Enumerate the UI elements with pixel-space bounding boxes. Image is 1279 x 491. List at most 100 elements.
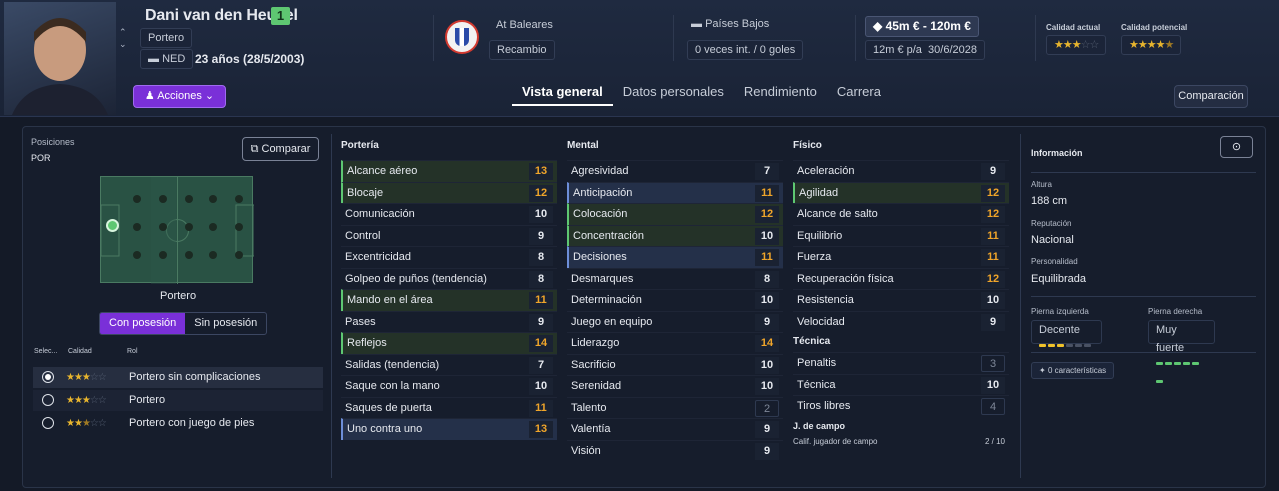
tab-bar: Vista general Datos personales Rendimien…	[512, 84, 891, 106]
attribute-row[interactable]: Fuerza 11	[793, 246, 1009, 268]
attribute-row[interactable]: Alcance de salto 12	[793, 203, 1009, 225]
divider	[1035, 15, 1036, 61]
attribute-row[interactable]: Golpeo de puños (tendencia) 8	[341, 267, 557, 290]
attribute-row[interactable]: Agresividad 7	[567, 160, 783, 182]
right-foot-label: Pierna derecha	[1148, 307, 1203, 316]
nation-label: Países Bajos	[705, 18, 770, 30]
wage-contract: 12m € p/a 30/6/2028	[865, 40, 985, 60]
role-radio[interactable]	[42, 394, 54, 406]
attribute-row[interactable]: Aceleración 9	[793, 160, 1009, 182]
attribute-row[interactable]: Concentración 10	[567, 224, 783, 246]
attribute-value: 9	[981, 163, 1005, 180]
foot-bar-segment	[1066, 344, 1073, 347]
role-radio[interactable]	[42, 371, 54, 383]
attribute-row[interactable]: Equilibrio 11	[793, 224, 1009, 247]
attribute-row[interactable]: Alcance aéreo 13	[341, 160, 557, 182]
attribute-name: Equilibrio	[797, 229, 843, 242]
attribute-value: 9	[755, 421, 779, 438]
attribute-row[interactable]: Colocación 12	[567, 203, 783, 225]
attribute-row[interactable]: Liderazgo 14	[567, 332, 783, 354]
club-name[interactable]: At Baleares	[489, 16, 560, 36]
nation-name[interactable]: ▬ Países Bajos	[684, 15, 776, 35]
role-row[interactable]: ★★★☆☆ Portero con juego de pies	[33, 413, 323, 434]
attribute-row[interactable]: Resistencia 10	[793, 289, 1009, 311]
personality-wheel-button[interactable]: ⊙	[1220, 136, 1253, 158]
height-label: Altura	[1031, 180, 1052, 189]
left-foot-label: Pierna izquierda	[1031, 307, 1089, 316]
attribute-row[interactable]: Control 9	[341, 224, 557, 247]
attribute-row[interactable]: Desmarques 8	[567, 267, 783, 290]
actions-button[interactable]: ♟ Acciones ⌄	[133, 85, 226, 108]
attribute-value: 14	[529, 335, 553, 352]
attribute-name: Colocación	[573, 208, 628, 220]
attribute-row[interactable]: Visión 9	[567, 439, 783, 462]
attribute-name: Valentía	[571, 423, 611, 435]
attribute-name: Uno contra uno	[347, 423, 423, 435]
attribute-name: Alcance de salto	[797, 208, 878, 220]
without-possession-tab[interactable]: Sin posesión	[185, 313, 266, 334]
attribute-value: 11	[529, 399, 553, 417]
tab-overview[interactable]: Vista general	[512, 84, 613, 106]
attribute-row[interactable]: Serenidad 10	[567, 375, 783, 397]
attribute-value: 11	[981, 249, 1005, 266]
tab-personal[interactable]: Datos personales	[613, 84, 734, 106]
role-stars: ★★★☆☆	[66, 395, 107, 406]
attribute-row[interactable]: Reflejos 14	[341, 332, 557, 354]
attribute-row[interactable]: Valentía 9	[567, 418, 783, 440]
tab-performance[interactable]: Rendimiento	[734, 84, 827, 106]
player-nav-arrows[interactable]: ⌃ ⌄	[119, 26, 127, 50]
attribute-row[interactable]: Mando en el área 11	[341, 289, 557, 311]
tab-career[interactable]: Carrera	[827, 84, 891, 106]
physical-attributes: Físico Aceleración 9 Agilidad 12 Alcance de …	[793, 140, 1009, 446]
attribute-row[interactable]: Penaltis 3	[793, 352, 1009, 374]
info-title: Información	[1031, 148, 1083, 158]
attribute-row[interactable]: Saques de puerta 11	[341, 396, 557, 419]
attribute-row[interactable]: Técnica 10	[793, 373, 1009, 396]
personality-value: Equilibrada	[1031, 273, 1087, 285]
traits-chip[interactable]: ✦ 0 características	[1031, 362, 1115, 379]
nationality-chip[interactable]: ▬ NED	[140, 49, 194, 69]
role-row[interactable]: ★★★☆☆ Portero	[33, 390, 323, 411]
divider	[1020, 134, 1021, 478]
attribute-row[interactable]: Pases 9	[341, 310, 557, 333]
positions-value: POR	[31, 153, 51, 163]
flag-icon: ▬	[691, 18, 706, 30]
club-crest-icon[interactable]	[445, 20, 479, 54]
attribute-row[interactable]: Anticipación 11	[567, 181, 783, 203]
attribute-row[interactable]: Determinación 10	[567, 289, 783, 311]
attribute-row[interactable]: Agilidad 12	[793, 181, 1009, 203]
attribute-row[interactable]: Comunicación 10	[341, 203, 557, 225]
attribute-row[interactable]: Salidas (tendencia) 7	[341, 353, 557, 376]
comparison-button[interactable]: Comparación	[1174, 85, 1248, 108]
attribute-name: Decisiones	[573, 251, 627, 263]
attribute-name: Reflejos	[347, 337, 387, 349]
attribute-name: Mando en el área	[347, 294, 433, 306]
mental-title: Mental	[567, 140, 599, 151]
attribute-row[interactable]: Talento 2	[567, 396, 783, 419]
price-tag-icon: ◆	[873, 19, 886, 33]
international-caps: 0 veces int. / 0 goles	[687, 40, 804, 60]
pitch-slot	[235, 223, 243, 231]
chevron-down-icon: ⌄	[204, 90, 215, 102]
attribute-row[interactable]: Velocidad 9	[793, 310, 1009, 333]
attribute-name: Excentricidad	[345, 251, 412, 263]
attribute-value: 11	[755, 249, 779, 266]
attribute-row[interactable]: Tiros libres 4	[793, 395, 1009, 417]
attribute-row[interactable]: Uno contra uno 13	[341, 418, 557, 440]
foot-bar-segment	[1165, 362, 1172, 365]
attribute-row[interactable]: Sacrificio 10	[567, 353, 783, 376]
goalkeeping-title: Portería	[341, 140, 379, 151]
attribute-row[interactable]: Saque con la mano 10	[341, 375, 557, 397]
player-header: Dani van den Heuvel 1 ⌃ ⌄ Portero ▬ NED 2…	[0, 0, 1279, 117]
attribute-row[interactable]: Decisiones 11	[567, 246, 783, 268]
attribute-row[interactable]: Excentricidad 8	[341, 246, 557, 268]
compare-button[interactable]: ⧉ Comparar	[242, 137, 319, 161]
pitch-slot	[209, 195, 217, 203]
attribute-row[interactable]: Recuperación física 12	[793, 267, 1009, 290]
role-row[interactable]: ★★★☆☆ Portero sin complicaciones	[33, 367, 323, 388]
attribute-row[interactable]: Blocaje 12	[341, 181, 557, 203]
role-radio[interactable]	[42, 417, 54, 429]
right-foot: Muy fuerte	[1148, 320, 1215, 383]
with-possession-tab[interactable]: Con posesión	[100, 313, 186, 334]
attribute-row[interactable]: Juego en equipo 9	[567, 310, 783, 333]
